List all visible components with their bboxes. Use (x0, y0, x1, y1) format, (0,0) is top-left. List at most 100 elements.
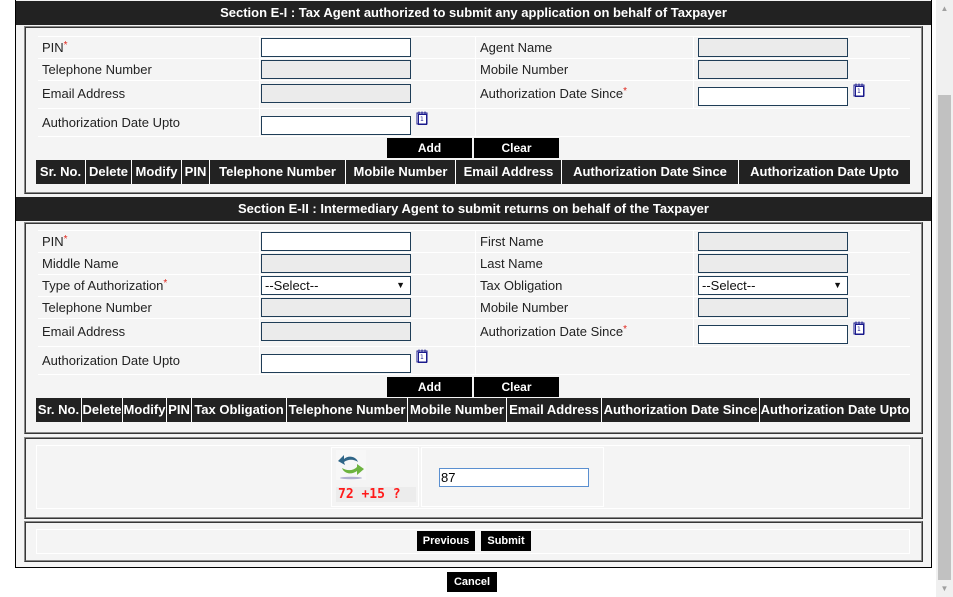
captcha-image-cell: 72 +15 ? (331, 447, 419, 507)
e2-add-button[interactable]: Add (387, 377, 472, 397)
column-header: Email Address (507, 398, 602, 422)
section-e1-header: Section E-I : Tax Agent authorized to su… (16, 1, 931, 25)
column-header: PIN (167, 398, 192, 422)
type-auth-select[interactable]: --Select-- ▼ (261, 276, 411, 295)
e1-email-input (261, 84, 411, 103)
column-header: Authorization Date Upto (750, 164, 899, 179)
mobile-label: Mobile Number (480, 62, 569, 77)
e2-mobile-input (698, 298, 848, 317)
auth-upto-label: Authorization Date Upto (42, 353, 181, 368)
svg-text:1: 1 (420, 116, 424, 123)
agent-name-label: Agent Name (480, 40, 553, 55)
e2-table-header: Sr. No. Delete Modify PIN Tax Obligation… (36, 398, 910, 422)
scroll-up-arrow-icon[interactable]: ▲ (936, 0, 953, 17)
svg-text:1: 1 (420, 354, 424, 361)
pin-label: PIN* (42, 40, 68, 55)
pin-label: PIN* (42, 234, 68, 249)
tax-obligation-select[interactable]: --Select-- ▼ (698, 276, 848, 295)
email-label: Email Address (42, 324, 126, 339)
refresh-icon[interactable] (336, 450, 366, 480)
buttons-row: Add Clear (38, 374, 910, 397)
calendar-icon[interactable]: 1 (416, 349, 428, 363)
auth-since-label: Authorization Date Since* (480, 86, 627, 101)
mobile-label: Mobile Number (480, 300, 569, 315)
calendar-icon[interactable]: 1 (853, 83, 865, 97)
column-header: Mobile Number (346, 160, 456, 184)
previous-button[interactable]: Previous (417, 531, 475, 551)
column-header: PIN (182, 160, 210, 184)
submit-button[interactable]: Submit (481, 531, 531, 551)
captcha-answer-input[interactable] (439, 468, 589, 487)
column-header: Delete (86, 160, 132, 184)
first-name-label: First Name (480, 234, 544, 249)
column-header: Email Address (456, 160, 562, 184)
section-e2-panel: PIN* First Name Middle Name Last Name Ty… (24, 222, 923, 434)
form-row: Authorization Date Upto 1 (38, 346, 910, 374)
form-container: Section E-I : Tax Agent authorized to su… (15, 0, 932, 568)
column-header: Mobile Number (408, 398, 507, 422)
e1-table-header: Sr. No. Delete Modify PIN Telephone Numb… (36, 160, 910, 184)
column-header: Authorization Date Upto (760, 402, 910, 417)
e1-mobile-input (698, 60, 848, 79)
e1-add-button[interactable]: Add (387, 138, 472, 158)
e1-auth-since-input[interactable] (698, 87, 848, 106)
cancel-button[interactable]: Cancel (447, 572, 497, 592)
e2-email-input (261, 322, 411, 341)
svg-text:1: 1 (857, 88, 861, 95)
section-e2-header: Section E-II : Intermediary Agent to sub… (16, 197, 931, 221)
e1-clear-button[interactable]: Clear (474, 138, 559, 158)
calendar-icon[interactable]: 1 (416, 111, 428, 125)
column-header: Telephone Number (287, 398, 408, 422)
e2-middle-name-input (261, 254, 411, 273)
type-auth-label: Type of Authorization* (42, 278, 168, 293)
column-header: Modify (123, 398, 167, 422)
captcha-panel: 72 +15 ? (24, 437, 923, 519)
e2-auth-since-input[interactable] (698, 325, 848, 344)
form-row: Telephone Number Mobile Number (38, 58, 910, 80)
form-row: Middle Name Last Name (38, 252, 910, 274)
form-row: Email Address Authorization Date Since* … (38, 318, 910, 346)
svg-text:1: 1 (857, 326, 861, 333)
column-header: Modify (132, 160, 182, 184)
form-row: PIN* Agent Name (38, 36, 910, 58)
e2-auth-upto-input[interactable] (261, 354, 411, 373)
form-row: Telephone Number Mobile Number (38, 296, 910, 318)
dropdown-arrow-icon: ▼ (833, 280, 842, 290)
e1-auth-upto-input[interactable] (261, 116, 411, 135)
e1-telephone-input (261, 60, 411, 79)
vertical-scrollbar[interactable]: ▲ ▼ (936, 0, 953, 597)
column-header: Delete (82, 398, 123, 422)
column-header: Tax Obligation (192, 398, 287, 422)
auth-upto-label: Authorization Date Upto (42, 115, 181, 130)
tax-obligation-label: Tax Obligation (480, 278, 563, 293)
calendar-icon[interactable]: 1 (853, 321, 865, 335)
dropdown-arrow-icon: ▼ (396, 280, 405, 290)
form-row: PIN* First Name (38, 230, 910, 252)
column-header: Sr. No. (36, 160, 86, 184)
captcha-question: 72 +15 ? (336, 487, 416, 502)
section-e1-panel: PIN* Agent Name Telephone Number Mobile … (24, 26, 923, 194)
column-header: Telephone Number (210, 160, 346, 184)
form-row: Type of Authorization* --Select-- ▼ Tax O… (38, 274, 910, 296)
auth-since-label: Authorization Date Since* (480, 324, 627, 339)
e2-clear-button[interactable]: Clear (474, 377, 559, 397)
e1-agent-name-input (698, 38, 848, 57)
form-row: Email Address Authorization Date Since* … (38, 80, 910, 108)
last-name-label: Last Name (480, 256, 543, 271)
e2-pin-input[interactable] (261, 232, 411, 251)
form-row: Authorization Date Upto 1 (38, 108, 910, 136)
e2-first-name-input (698, 232, 848, 251)
e2-last-name-input (698, 254, 848, 273)
telephone-label: Telephone Number (42, 62, 152, 77)
scrollbar-thumb[interactable] (938, 95, 951, 580)
buttons-row: Add Clear (38, 136, 910, 158)
email-label: Email Address (42, 86, 126, 101)
e1-pin-input[interactable] (261, 38, 411, 57)
scroll-down-arrow-icon[interactable]: ▼ (936, 580, 953, 597)
column-header: Authorization Date Since (562, 160, 739, 184)
telephone-label: Telephone Number (42, 300, 152, 315)
column-header: Sr. No. (36, 398, 82, 422)
footer-panel: Previous Submit (24, 521, 923, 562)
e2-telephone-input (261, 298, 411, 317)
column-header: Authorization Date Since (602, 398, 760, 422)
